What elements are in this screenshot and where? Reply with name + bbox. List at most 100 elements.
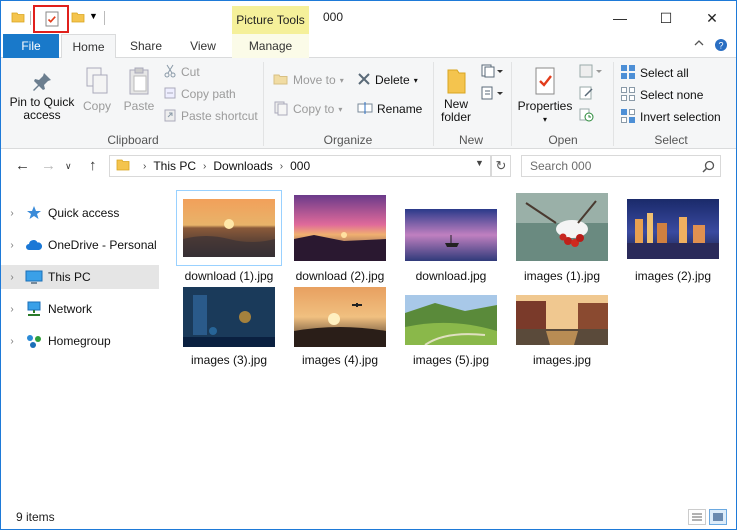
file-name: images (4).jpg bbox=[301, 353, 379, 367]
breadcrumb-000[interactable]: 000 bbox=[290, 159, 310, 173]
picture-tools-context-label: Picture Tools bbox=[232, 6, 309, 34]
file-item[interactable]: images.jpg bbox=[510, 285, 614, 367]
open-icon bbox=[579, 64, 603, 81]
new-folder-icon bbox=[437, 66, 475, 98]
organize-group-label: Organize bbox=[323, 133, 373, 147]
sidebar-item-label: Quick access bbox=[48, 206, 120, 220]
file-item[interactable]: images (1).jpg bbox=[510, 191, 614, 283]
file-name: images (2).jpg bbox=[634, 269, 712, 283]
chevron-down-icon: ▾ bbox=[338, 104, 343, 114]
copy-path-icon bbox=[163, 86, 177, 103]
chevron-right-icon[interactable]: › bbox=[1, 304, 23, 315]
file-item[interactable]: download (2).jpg bbox=[288, 191, 392, 283]
forward-arrow-icon[interactable]: → bbox=[41, 157, 56, 174]
search-input[interactable]: Search 000 bbox=[521, 155, 721, 177]
paste-shortcut-icon bbox=[163, 108, 177, 125]
sidebar-item-quick-access[interactable]: › Quick access bbox=[1, 201, 159, 225]
select-all-button[interactable]: Select all bbox=[620, 63, 689, 83]
breadcrumb-this-pc[interactable]: This PC bbox=[153, 159, 196, 173]
paste-shortcut-button[interactable]: Paste shortcut bbox=[163, 106, 258, 126]
close-button[interactable]: ✕ bbox=[689, 4, 735, 32]
address-bar[interactable]: › This PC › Downloads › 000 bbox=[109, 155, 491, 177]
file-item[interactable]: images (3).jpg bbox=[177, 285, 281, 367]
tab-view[interactable]: View bbox=[176, 34, 230, 58]
file-name: images (3).jpg bbox=[190, 353, 268, 367]
move-to-button[interactable]: Move to ▾ bbox=[273, 70, 344, 90]
search-icon[interactable] bbox=[702, 160, 730, 176]
chevron-right-icon[interactable]: › bbox=[1, 208, 23, 219]
file-item[interactable]: download (1).jpg bbox=[176, 190, 282, 283]
maximize-button[interactable]: ☐ bbox=[643, 4, 689, 32]
select-group-label: Select bbox=[654, 133, 688, 147]
copy-path-button[interactable]: Copy path bbox=[163, 84, 236, 104]
chevron-down-icon: ▾ bbox=[339, 75, 344, 85]
rainy-window-thumbnail bbox=[183, 287, 275, 347]
chevron-right-icon[interactable]: › bbox=[1, 272, 23, 283]
invert-selection-button[interactable]: Invert selection bbox=[620, 107, 721, 127]
paste-icon bbox=[121, 66, 157, 100]
minimize-button[interactable]: — bbox=[597, 4, 643, 32]
sidebar-item-homegroup[interactable]: › Homegroup bbox=[1, 329, 159, 353]
cut-button[interactable]: Cut bbox=[163, 62, 200, 82]
open-button[interactable] bbox=[579, 64, 603, 81]
file-item[interactable]: images (5).jpg bbox=[399, 285, 503, 367]
pin-to-quick-access-button[interactable]: Pin to Quick access bbox=[9, 70, 75, 122]
recent-locations-icon[interactable]: ∨ bbox=[65, 161, 72, 172]
sidebar-item-this-pc[interactable]: › This PC bbox=[1, 265, 159, 289]
copy-button[interactable]: Copy bbox=[79, 66, 115, 113]
properties-quick-access-button[interactable] bbox=[33, 5, 69, 33]
copy-to-icon bbox=[273, 100, 289, 119]
details-view-icon[interactable] bbox=[688, 509, 706, 525]
up-arrow-icon[interactable]: ↑ bbox=[89, 157, 97, 174]
sunset-drone-thumbnail bbox=[294, 287, 386, 347]
help-icon[interactable]: ? bbox=[714, 38, 728, 55]
chevron-right-icon[interactable]: › bbox=[1, 240, 23, 251]
new-folder-quick-icon[interactable] bbox=[71, 10, 85, 27]
breadcrumb-downloads[interactable]: Downloads bbox=[213, 159, 272, 173]
refresh-button[interactable]: ↻ bbox=[491, 155, 511, 177]
tab-home[interactable]: Home bbox=[61, 34, 116, 59]
edit-button[interactable] bbox=[579, 86, 595, 103]
rename-button[interactable]: Rename bbox=[357, 99, 422, 119]
tab-share[interactable]: Share bbox=[119, 34, 173, 58]
chevron-down-icon: ▾ bbox=[542, 115, 547, 124]
copy-to-button[interactable]: Copy to ▾ bbox=[273, 99, 342, 119]
edit-icon bbox=[579, 86, 595, 103]
toolbar-separator bbox=[30, 11, 31, 25]
thumbnail-frame bbox=[621, 191, 725, 265]
chevron-right-icon[interactable]: › bbox=[1, 336, 23, 347]
new-item-button[interactable] bbox=[481, 64, 503, 81]
properties-button[interactable]: Properties ▾ bbox=[517, 66, 573, 126]
sidebar-item-network[interactable]: › Network bbox=[1, 297, 159, 321]
breadcrumb-separator: › bbox=[279, 160, 284, 172]
collapse-ribbon-icon[interactable] bbox=[694, 38, 704, 50]
large-icons-view-icon[interactable] bbox=[709, 509, 727, 525]
select-none-button[interactable]: Select none bbox=[620, 85, 703, 105]
breadcrumb-separator: › bbox=[203, 160, 207, 172]
easy-access-button[interactable] bbox=[481, 86, 503, 103]
customize-toolbar-icon[interactable]: ▼ bbox=[89, 11, 98, 21]
sidebar-item-label: This PC bbox=[48, 270, 91, 284]
tab-file[interactable]: File bbox=[3, 34, 59, 58]
address-dropdown-icon[interactable]: ▼ bbox=[475, 158, 484, 168]
history-button[interactable] bbox=[579, 108, 595, 125]
file-item[interactable]: download.jpg bbox=[399, 191, 503, 283]
invert-selection-label: Invert selection bbox=[640, 110, 721, 124]
back-arrow-icon[interactable]: ← bbox=[15, 157, 30, 174]
new-folder-button[interactable]: New folder bbox=[437, 66, 475, 124]
canal-town-thumbnail bbox=[516, 295, 608, 345]
tab-manage[interactable]: Manage bbox=[232, 34, 309, 58]
file-item[interactable]: images (2).jpg bbox=[621, 191, 725, 283]
history-icon bbox=[579, 108, 595, 125]
toolbar-separator bbox=[104, 11, 105, 25]
copy-icon bbox=[79, 66, 115, 100]
thumbnail-frame bbox=[399, 285, 503, 347]
file-list: download (1).jpg download (2).jpg downlo… bbox=[167, 185, 735, 503]
ribbon-tabs: File Home Share View Manage ? bbox=[1, 34, 736, 59]
delete-button[interactable]: Delete ▾ bbox=[357, 70, 418, 90]
folder-icon bbox=[116, 158, 130, 174]
file-item[interactable]: images (4).jpg bbox=[288, 285, 392, 367]
paste-button[interactable]: Paste bbox=[121, 66, 157, 113]
sidebar-item-onedrive[interactable]: › OneDrive - Personal bbox=[1, 233, 159, 257]
thumbnail-frame bbox=[176, 190, 282, 266]
